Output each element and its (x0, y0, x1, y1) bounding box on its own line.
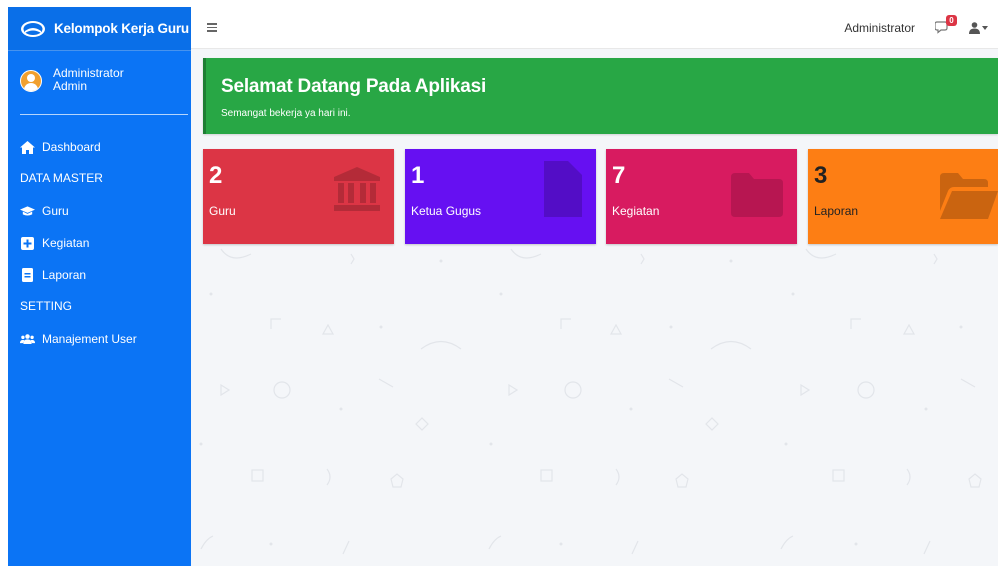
user-menu-button[interactable] (969, 21, 988, 34)
stat-card-kegiatan[interactable]: 7 Kegiatan (606, 149, 797, 244)
home-icon (20, 140, 35, 154)
sidebar-item-label: Guru (42, 204, 69, 218)
graduation-cap-icon (20, 204, 35, 218)
users-icon (20, 332, 35, 346)
brand-link[interactable]: Kelompok Kerja Guru (8, 7, 191, 51)
brand-title: Kelompok Kerja Guru (54, 21, 189, 36)
welcome-banner: Selamat Datang Pada Aplikasi Semangat be… (203, 58, 998, 134)
welcome-subtitle: Semangat bekerja ya hari ini. (221, 108, 351, 119)
sidebar-item-label: Dashboard (42, 140, 101, 154)
topbar-user-name[interactable]: Administrator (844, 21, 915, 35)
sidebar-nav: Dashboard DATA MASTER Guru Kegiatan Lapo… (8, 139, 191, 363)
sidebar-item-laporan[interactable]: Laporan (8, 267, 191, 283)
folder-icon (731, 173, 783, 217)
main-content: Selamat Datang Pada Aplikasi Semangat be… (191, 49, 998, 566)
university-icon (334, 167, 380, 211)
user-icon (969, 21, 980, 34)
sidebar-header-setting: SETTING (20, 299, 73, 313)
sidebar-user-role: Admin (53, 79, 88, 93)
sidebar-item-manajement-user[interactable]: Manajement User (8, 331, 191, 347)
notification-badge: 0 (946, 14, 957, 26)
sidebar: Kelompok Kerja Guru Administrator Admin … (8, 7, 191, 566)
sidebar-item-guru[interactable]: Guru (8, 203, 191, 219)
sidebar-header-data-master: DATA MASTER (20, 171, 103, 185)
file-icon (544, 161, 582, 217)
notifications-button[interactable]: 0 (934, 14, 957, 36)
sidebar-item-label: Kegiatan (42, 236, 90, 250)
caret-down-icon (982, 25, 988, 30)
folder-open-icon (940, 173, 998, 219)
app-root: Kelompok Kerja Guru Administrator Admin … (8, 7, 998, 566)
stat-card-laporan[interactable]: 3 Laporan (808, 149, 998, 244)
stat-card-ketua-gugus[interactable]: 1 Ketua Gugus (405, 149, 596, 244)
stat-card-guru[interactable]: 2 Guru (203, 149, 394, 244)
brand-logo-icon (21, 20, 45, 37)
avatar (20, 70, 42, 92)
welcome-title: Selamat Datang Pada Aplikasi (221, 76, 487, 97)
sidebar-item-label: Laporan (42, 268, 87, 282)
topbar: Administrator 0 (191, 7, 998, 49)
sidebar-user-info: Administrator Admin (53, 67, 124, 93)
topbar-right: Administrator 0 (844, 14, 998, 36)
plus-square-icon (20, 236, 35, 250)
sidebar-item-kegiatan[interactable]: Kegiatan (8, 235, 191, 251)
user-panel[interactable]: Administrator Admin (20, 63, 188, 115)
sidebar-item-label: Manajement User (42, 332, 137, 346)
file-icon (20, 268, 35, 282)
menu-toggle-icon[interactable] (207, 23, 217, 32)
sidebar-item-dashboard[interactable]: Dashboard (8, 139, 191, 155)
